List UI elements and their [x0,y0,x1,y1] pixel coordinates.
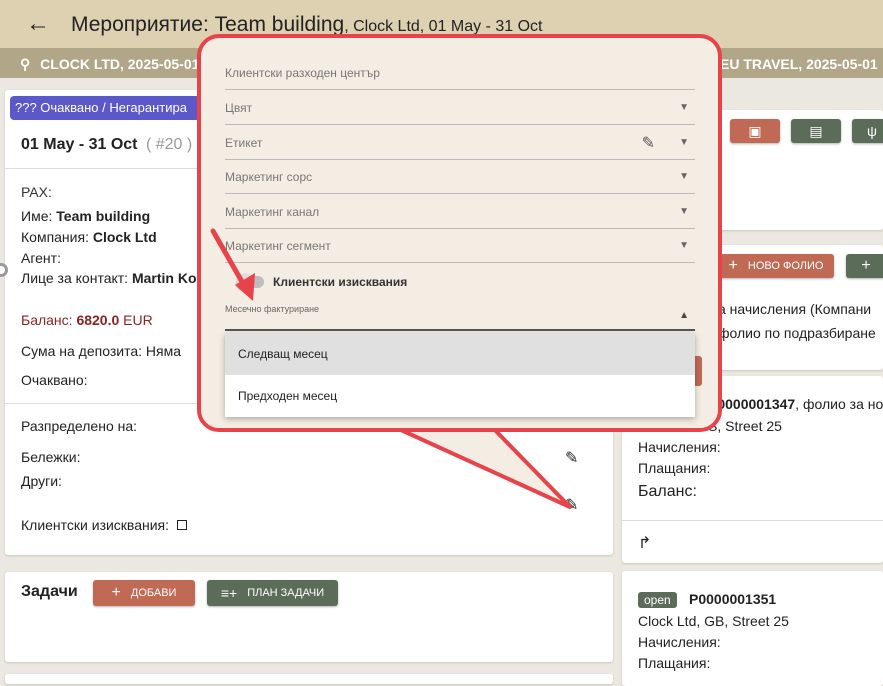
new-folio-button[interactable]: + НОВО ФОЛИО [718,254,834,278]
folio-2-status: open [638,591,677,609]
charges-option-text: а начисления (Компани [718,301,872,317]
dropdown-arrow-icon: ▼ [679,171,689,182]
playlist-add-icon: ≡+ [220,585,238,601]
contact-row: Лице за контакт: Martin Ko [21,270,197,286]
folio-2-payments: Плащания: [638,655,711,671]
folio-2-number[interactable]: P0000001351 [689,591,776,607]
annotation-arrow [210,228,255,301]
company-row: Компания: Clock Ltd [21,229,157,245]
folio-1-payments: Плащания: [638,460,711,476]
dropdown-arrow-up-icon: ▲ [679,310,689,321]
page-title-main: Мероприятие: Team building [71,13,345,36]
monthly-billing-select[interactable]: Месечно фактуриране ▲ [225,297,695,331]
balance-row: Баланс: 6820.0 EUR [21,312,153,328]
folio-2-address: Clock Ltd, GB, Street 25 [638,613,789,629]
page-title-subtitle: , Clock Ltd, 01 May - 31 Oct [344,18,543,35]
allocated-row: Разпределено на: [21,418,138,434]
tasks-title: Задачи [21,583,78,600]
dropdown-arrow-icon: ▼ [679,102,689,113]
tag-select[interactable]: Етикет ✎ ▼ [225,126,695,160]
color-select[interactable]: Цвят ▼ [225,91,695,125]
expected-row: Очаквано: [21,372,88,388]
divider [622,520,883,521]
agent-label: Агент: [21,250,61,266]
marketing-channel-select[interactable]: Маркетинг канал ▼ [225,195,695,229]
calendar-icon[interactable]: ▣ [730,119,780,143]
default-folio-text: фолио по подразбиране [718,325,876,341]
folio-2-charges: Начисления: [638,634,721,650]
others-row: Други: [21,473,62,489]
folio-1-header[interactable]: P0000001347, фолио за но [708,396,883,412]
bottom-card [5,674,613,684]
search-icon: ⚲ [20,56,31,72]
back-arrow-icon[interactable]: ← [26,10,50,38]
restaurant-icon[interactable]: ψ [852,119,883,143]
name-row: Име: Team building [21,208,151,224]
plus-icon[interactable]: + [846,254,883,278]
marketing-segment-select[interactable]: Маркетинг сегмент ▼ [225,229,695,263]
plan-tasks-button[interactable]: ≡+ ПЛАН ЗАДАЧИ [207,580,338,606]
add-task-button[interactable]: + ДОБАВИ [93,580,195,606]
plus-icon: + [728,257,738,274]
notes-row: Бележки: [21,449,81,465]
plus-icon: + [111,584,121,601]
event-dates: 01 May - 31 Oct ( #20 ) [21,136,193,153]
deposit-row: Сума на депозита: Няма [21,343,181,359]
share-icon[interactable]: ↱ [638,533,651,553]
status-badge[interactable]: ??? Очаквано / Негарантира [10,96,200,120]
contact-card-icon[interactable]: ▤ [791,119,841,143]
dropdown-arrow-icon: ▼ [679,137,689,148]
strip-right[interactable]: EU TRAVEL, 2025-05-01 [720,56,878,72]
edit-icon[interactable]: ✎ [642,133,655,153]
dropdown-arrow-icon: ▼ [679,206,689,217]
folio-1-balance: Баланс: [638,483,697,500]
strip-left[interactable]: ⚲ CLOCK LTD, 2025-05-01 [20,56,199,73]
option-previous-month[interactable]: Предходен месец [225,375,695,417]
option-next-month[interactable]: Следващ месец [225,333,695,375]
monthly-billing-options: Следващ месец Предходен месец [225,333,695,417]
client-requirements-toggle-label: Клиентски изисквания [273,275,408,289]
dropdown-arrow-icon: ▼ [679,240,689,251]
client-requirements-row: Клиентски изисквания: [21,517,187,533]
marketing-source-select[interactable]: Маркетинг сорс ▼ [225,160,695,194]
partial-button [695,356,702,386]
client-requirements-checkbox[interactable] [176,520,187,530]
cost-center-field[interactable]: Клиентски разходен център [225,56,695,90]
pax-label: PAX: [21,184,52,200]
folio-1-charges: Начисления: [638,439,721,455]
